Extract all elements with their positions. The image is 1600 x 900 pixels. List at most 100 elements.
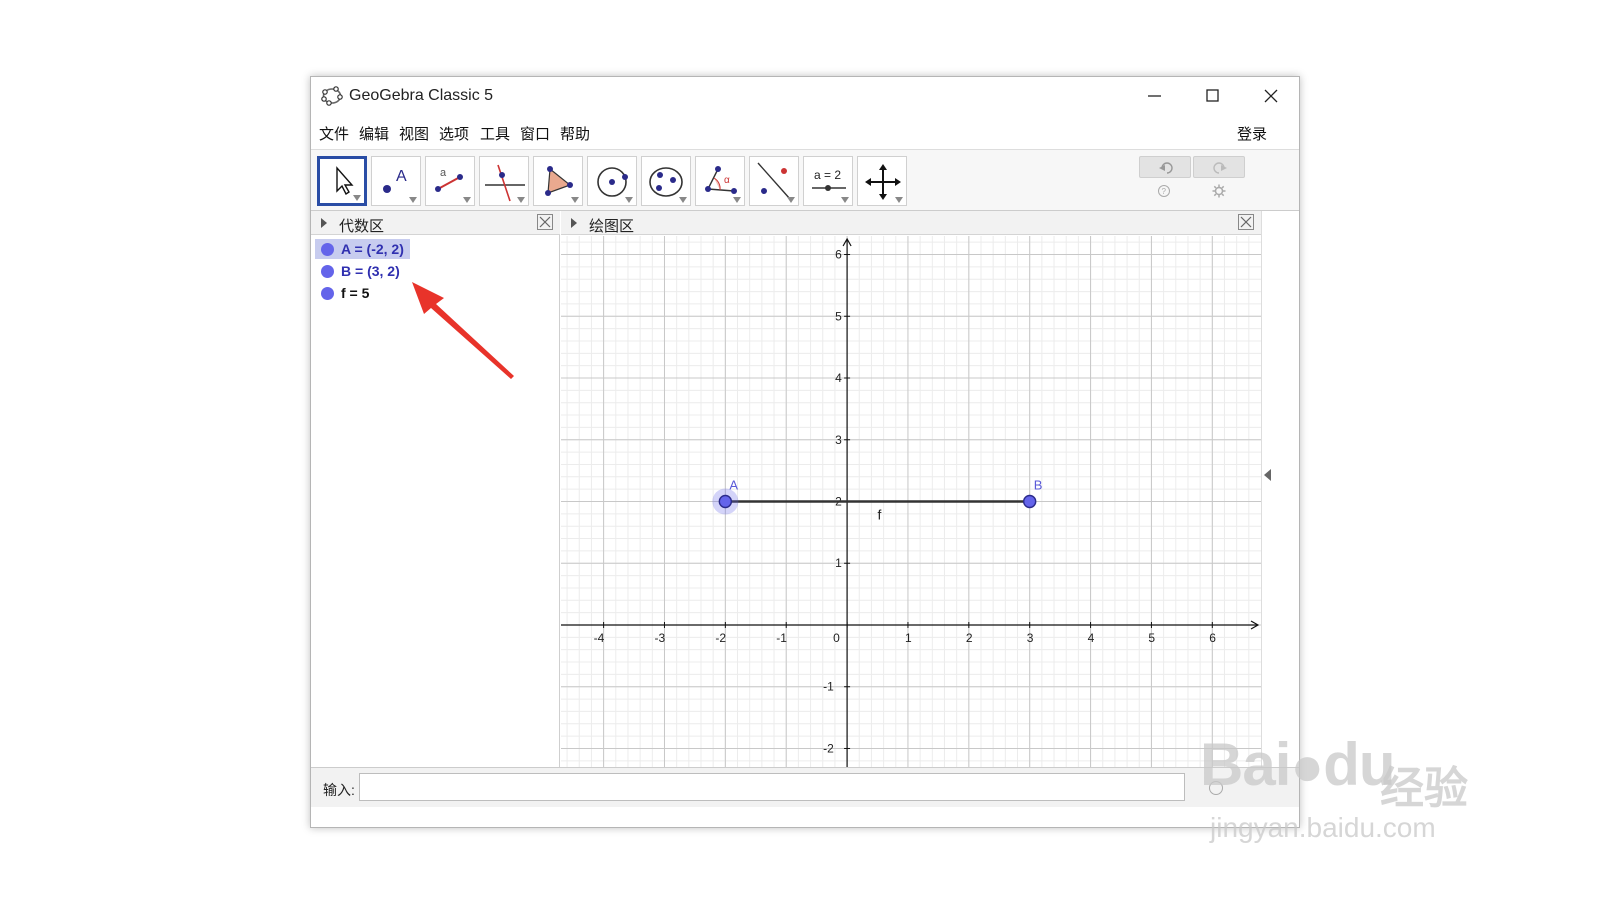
circle-tool-button[interactable] [587,156,637,206]
polygon-tool-button[interactable] [533,156,583,206]
y-tick-label: 3 [835,433,842,447]
toolbar: A a α a = 2 ? [311,149,1299,211]
title-bar: GeoGebra Classic 5 [311,77,1299,115]
graphics-view[interactable]: 绘图区 -4-3-2-10123456654321-1-2fAB [561,211,1261,767]
close-algebra-view-button[interactable] [537,214,553,230]
algebra-item-point-a[interactable]: A = (-2, 2) [315,239,410,259]
minimize-icon [1148,95,1161,97]
close-icon [539,216,551,228]
x-tick-label: 5 [1148,631,1155,645]
menu-edit[interactable]: 编辑 [359,123,389,144]
y-tick-label: -2 [823,741,834,755]
svg-text:a: a [440,167,447,179]
segment-label: f [878,507,882,523]
undo-button[interactable] [1139,156,1191,178]
x-tick-label: 6 [1209,631,1216,645]
perpendicular-line-tool-button[interactable] [479,156,529,206]
redo-icon [1213,162,1227,174]
reflect-tool-button[interactable] [749,156,799,206]
paw-logo-icon: ● [1290,734,1324,797]
x-tick-label: 1 [905,631,912,645]
svg-text:A: A [396,168,407,185]
login-link[interactable]: 登录 [1237,123,1267,144]
y-tick-label: 4 [835,371,842,385]
point-tool-button[interactable]: A [371,156,421,206]
dropdown-indicator-icon [787,197,795,203]
maximize-button[interactable] [1185,77,1241,115]
input-bar: 输入: [311,767,1299,807]
segment-tool-button[interactable]: a [425,156,475,206]
x-tick-label: 4 [1088,631,1095,645]
visibility-toggle-icon[interactable] [321,287,334,300]
menu-window[interactable]: 窗口 [520,123,550,144]
graphics-view-title: 绘图区 [589,218,635,235]
help-icon[interactable]: ? [1157,184,1171,198]
svg-text:?: ? [1162,187,1167,196]
menu-options[interactable]: 选项 [439,123,469,144]
y-tick-label: 5 [835,309,842,323]
y-tick-label: -1 [823,680,834,694]
dropdown-indicator-icon [571,197,579,203]
dropdown-indicator-icon [679,197,687,203]
x-tick-label: 0 [833,631,840,645]
x-tick-label: -3 [654,631,665,645]
menu-tools[interactable]: 工具 [480,123,510,144]
visibility-toggle-icon[interactable] [321,265,334,278]
point-a[interactable] [718,494,733,509]
watermark-url: jingyan.baidu.com [1210,812,1436,843]
conic-tool-button[interactable] [641,156,691,206]
minimize-button[interactable] [1127,77,1183,115]
dropdown-indicator-icon [625,197,633,203]
y-tick-label: 6 [835,248,842,262]
algebra-item-text: A = (-2, 2) [341,241,404,257]
expand-panel-triangle-icon[interactable] [1264,469,1271,481]
svg-text:α: α [724,175,730,186]
y-tick-label: 1 [835,556,842,570]
watermark: Bai●du 经验 jingyan.baidu.com [1200,716,1490,856]
point-b[interactable] [1022,494,1037,509]
x-tick-label: 2 [966,631,973,645]
algebra-item-segment-f[interactable]: f = 5 [315,283,375,303]
dropdown-indicator-icon [841,197,849,203]
algebra-view-title: 代数区 [339,218,385,235]
dropdown-indicator-icon [517,197,525,203]
move-graphics-view-tool-button[interactable] [857,156,907,206]
close-graphics-view-button[interactable] [1238,214,1254,230]
x-tick-label: -1 [776,631,787,645]
close-icon [1264,89,1278,103]
move-tool-button[interactable] [317,156,367,206]
maximize-icon [1206,89,1219,102]
dropdown-indicator-icon [733,197,741,203]
input-field[interactable] [359,773,1185,801]
graphics-view-header: 绘图区 [561,211,1261,235]
slider-tool-button[interactable]: a = 2 [803,156,853,206]
redo-button[interactable] [1193,156,1245,178]
x-tick-label: 3 [1027,631,1034,645]
dropdown-indicator-icon [463,197,471,203]
coordinate-plane[interactable]: -4-3-2-10123456654321-1-2fAB [561,236,1261,767]
dropdown-indicator-icon [409,197,417,203]
menu-view[interactable]: 视图 [399,123,429,144]
menu-file[interactable]: 文件 [319,123,349,144]
right-side-panel-strip [1261,211,1299,767]
undo-icon [1159,162,1173,174]
point-label: A [729,478,738,493]
close-button[interactable] [1243,77,1299,115]
annotation-arrow [412,282,514,379]
x-tick-label: -4 [594,631,605,645]
point-label: B [1034,478,1043,493]
menu-help[interactable]: 帮助 [560,123,590,144]
collapse-triangle-icon[interactable] [571,218,577,228]
algebra-item-text: f = 5 [341,285,370,301]
algebra-item-point-b[interactable]: B = (3, 2) [315,261,406,281]
watermark-brand: Bai●du [1200,731,1396,798]
collapse-triangle-icon[interactable] [321,218,327,228]
geogebra-logo-icon [321,86,343,106]
angle-tool-button[interactable]: α [695,156,745,206]
algebra-view-header: 代数区 [311,211,560,235]
settings-gear-icon[interactable] [1212,184,1226,198]
x-tick-label: -2 [715,631,726,645]
dropdown-indicator-icon [353,195,361,201]
visibility-toggle-icon[interactable] [321,243,334,256]
algebra-item-text: B = (3, 2) [341,263,400,279]
